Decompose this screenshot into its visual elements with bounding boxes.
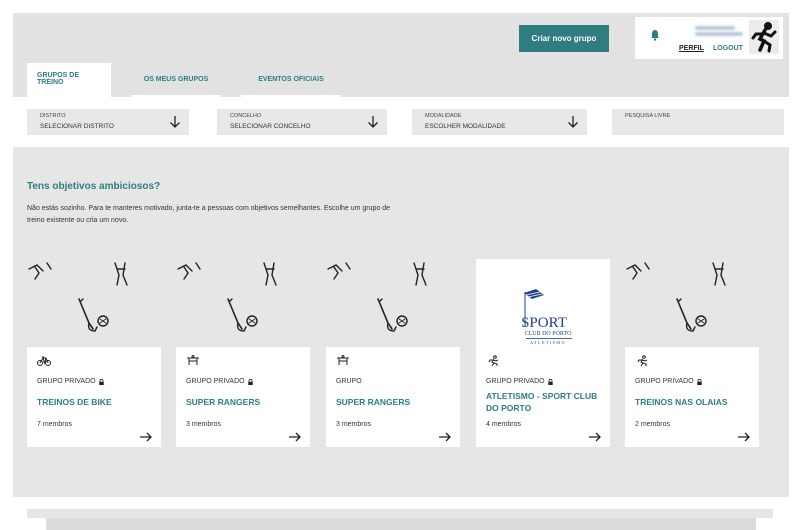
logout-link[interactable]: LOGOUT	[713, 45, 743, 52]
trampoline-icon	[187, 355, 199, 365]
municipality-label: CONCELHO	[230, 113, 262, 119]
free-search-label: PESQUISA LIVRE	[625, 113, 671, 119]
footer-bar	[27, 509, 773, 518]
card-members: 4 membros	[486, 421, 522, 428]
card-image	[326, 259, 460, 347]
card-members: 2 membros	[635, 421, 671, 428]
card-type: GRUPO PRIVADO	[37, 378, 104, 385]
card-type: GRUPO	[336, 378, 362, 385]
card-name: SUPER RANGERS	[186, 397, 261, 407]
municipality-value: SELECIONAR CONCELHO	[230, 123, 311, 130]
card-type-label: GRUPO	[336, 378, 362, 385]
lock-icon	[247, 378, 253, 385]
arrow-down-icon	[368, 116, 378, 128]
card-name: ATLETISMO - SPORT CLUB DO PORTO	[486, 391, 598, 413]
sports-pattern-image	[177, 262, 277, 332]
card-name: SUPER RANGERS	[336, 397, 411, 407]
group-card[interactable]: GRUPO PRIVADO TREINOS DE BIKE 7 membros	[27, 259, 161, 447]
bell-icon[interactable]	[649, 29, 661, 41]
card-type: GRUPO PRIVADO	[486, 378, 553, 385]
arrow-right-icon[interactable]	[588, 432, 602, 442]
user-name-blurred	[695, 24, 743, 38]
sport-club-logo: SPORT CLUB DO PORTO ATLETISMO	[521, 289, 573, 345]
arrow-right-icon[interactable]	[288, 432, 302, 442]
group-card[interactable]: GRUPO SUPER RANGERS 3 membros	[326, 259, 460, 447]
logo-small-text: ATLETISMO	[530, 340, 566, 345]
card-members: 7 membros	[37, 421, 73, 428]
card-name: TREINOS DE BIKE	[37, 397, 112, 407]
page-description: Não estás sozinho. Para te manteres moti…	[27, 205, 391, 224]
sports-pattern-image	[626, 262, 726, 332]
filters-bar: DISTRITO SELECIONAR DISTRITO CONCELHO SE…	[13, 97, 789, 147]
tab-bar: GRUPOS DE TREINO OS MEUS GRUPOS EVENTOS …	[27, 63, 361, 97]
modality-select[interactable]: MODALIDADE ESCOLHER MODALIDADE	[412, 109, 587, 135]
card-type: GRUPO PRIVADO	[186, 378, 253, 385]
card-type-label: GRUPO PRIVADO	[635, 378, 694, 385]
modality-value: ESCOLHER MODALIDADE	[425, 123, 506, 130]
district-select[interactable]: DISTRITO SELECIONAR DISTRITO	[27, 109, 189, 135]
trampoline-icon	[337, 355, 349, 365]
runner-icon	[637, 355, 648, 367]
avatar[interactable]	[749, 20, 779, 54]
runner-icon	[488, 355, 499, 367]
group-card[interactable]: GRUPO PRIVADO TREINOS NAS OLAIAS 2 membr…	[625, 259, 759, 447]
user-box: PERFIL LOGOUT	[635, 17, 783, 59]
arrow-down-icon	[568, 116, 578, 128]
district-value: SELECIONAR DISTRITO	[40, 123, 114, 130]
card-members: 3 membros	[186, 421, 222, 428]
card-type-label: GRUPO PRIVADO	[486, 378, 545, 385]
arrow-right-icon[interactable]	[737, 432, 751, 442]
tab-eventos-oficiais[interactable]: EVENTOS OFICIAIS	[241, 63, 341, 97]
lock-icon	[98, 378, 104, 385]
tab-os-meus-grupos[interactable]: OS MEUS GRUPOS	[131, 63, 221, 97]
card-type: GRUPO PRIVADO	[635, 378, 702, 385]
card-type-label: GRUPO PRIVADO	[186, 378, 245, 385]
tab-grupos-de-treino[interactable]: GRUPOS DE TREINO	[27, 63, 111, 97]
logo-subtext: CLUB DO PORTO	[525, 331, 573, 337]
card-image: SPORT CLUB DO PORTO ATLETISMO	[476, 259, 610, 347]
sports-pattern-image	[28, 262, 128, 332]
district-label: DISTRITO	[40, 113, 66, 119]
bike-icon	[37, 356, 51, 366]
app-frame: Criar novo grupo PERFIL LOGOUT GRUPOS DE…	[13, 13, 789, 497]
modality-label: MODALIDADE	[425, 113, 462, 119]
arrow-right-icon[interactable]	[139, 432, 153, 442]
header: Criar novo grupo PERFIL LOGOUT GRUPOS DE…	[13, 13, 789, 97]
perfil-link[interactable]: PERFIL	[679, 45, 704, 52]
footer-shadow	[46, 518, 756, 530]
group-card[interactable]: SPORT CLUB DO PORTO ATLETISMO GRUPO PRIV…	[476, 259, 610, 447]
card-members: 3 membros	[336, 421, 372, 428]
arrow-down-icon	[170, 116, 180, 128]
free-search-input[interactable]: PESQUISA LIVRE	[612, 109, 784, 135]
lock-icon	[547, 378, 553, 385]
page-title: Tens objetivos ambiciosos?	[27, 181, 161, 192]
card-image	[625, 259, 759, 347]
municipality-select[interactable]: CONCELHO SELECIONAR CONCELHO	[217, 109, 387, 135]
card-image	[27, 259, 161, 347]
arrow-right-icon[interactable]	[438, 432, 452, 442]
group-card[interactable]: GRUPO PRIVADO SUPER RANGERS 3 membros	[176, 259, 310, 447]
lock-icon	[696, 378, 702, 385]
sports-pattern-image	[327, 262, 427, 332]
card-type-label: GRUPO PRIVADO	[37, 378, 96, 385]
main-content: Tens objetivos ambiciosos? Não estás soz…	[13, 147, 789, 497]
card-image	[176, 259, 310, 347]
create-group-button[interactable]: Criar novo grupo	[519, 25, 609, 52]
card-name: TREINOS NAS OLAIAS	[635, 397, 728, 407]
logo-text: SPORT	[521, 315, 567, 331]
